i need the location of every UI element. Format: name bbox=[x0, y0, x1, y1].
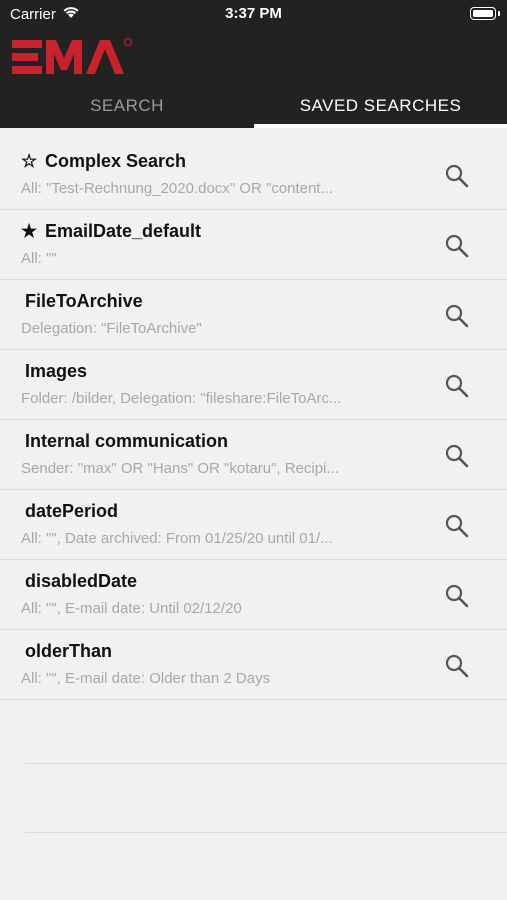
active-tab-indicator bbox=[254, 124, 507, 128]
saved-search-query: All: "", Date archived: From 01/25/20 un… bbox=[21, 530, 333, 547]
empty-row-separator bbox=[25, 832, 507, 833]
search-icon[interactable] bbox=[444, 163, 470, 189]
ema-logo bbox=[12, 36, 134, 83]
battery-icon bbox=[470, 7, 500, 20]
empty-row-separator bbox=[25, 763, 507, 764]
saved-search-query: Delegation: "FileToArchive" bbox=[21, 320, 202, 337]
saved-search-query: All: "", E-mail date: Older than 2 Days bbox=[21, 670, 271, 687]
star-outline-icon[interactable]: ☆ bbox=[21, 151, 41, 172]
saved-search-title: Internal communication bbox=[25, 431, 229, 451]
clock: 3:37 PM bbox=[225, 5, 282, 22]
status-bar: Carrier 3:37 PM bbox=[0, 0, 507, 30]
search-icon[interactable] bbox=[444, 583, 470, 609]
search-icon[interactable] bbox=[444, 233, 470, 259]
saved-search-title: FileToArchive bbox=[25, 291, 143, 311]
app-header: Carrier 3:37 PM SEARCH SAVED SEARCHES bbox=[0, 0, 507, 128]
list-item[interactable]: Internal communication Sender: "max" OR … bbox=[0, 420, 507, 490]
saved-search-title: datePeriod bbox=[25, 501, 119, 521]
list-item[interactable]: Images Folder: /bilder, Delegation: "fil… bbox=[0, 350, 507, 420]
saved-search-list: ☆ Complex Search All: "Test-Rechnung_202… bbox=[0, 140, 507, 700]
list-item[interactable]: FileToArchive Delegation: "FileToArchive… bbox=[0, 280, 507, 350]
saved-search-query: Sender: "max" OR "Hans" OR "kotaru", Rec… bbox=[21, 460, 339, 477]
saved-search-title: Images bbox=[25, 361, 88, 381]
tab-saved-searches[interactable]: SAVED SEARCHES bbox=[254, 96, 507, 124]
saved-search-query: All: "Test-Rechnung_2020.docx" OR "conte… bbox=[21, 180, 333, 197]
list-item[interactable]: datePeriod All: "", Date archived: From … bbox=[0, 490, 507, 560]
list-item[interactable]: disabledDate All: "", E-mail date: Until… bbox=[0, 560, 507, 630]
search-icon[interactable] bbox=[444, 513, 470, 539]
saved-search-title: ★ EmailDate_default bbox=[21, 221, 202, 242]
search-icon[interactable] bbox=[444, 303, 470, 329]
saved-search-title: olderThan bbox=[25, 641, 113, 661]
search-icon[interactable] bbox=[444, 373, 470, 399]
saved-search-title: disabledDate bbox=[25, 571, 138, 591]
tab-search[interactable]: SEARCH bbox=[0, 96, 254, 124]
list-item[interactable]: ☆ Complex Search All: "Test-Rechnung_202… bbox=[0, 140, 507, 210]
saved-search-title: ☆ Complex Search bbox=[21, 151, 187, 172]
list-item[interactable]: olderThan All: "", E-mail date: Older th… bbox=[0, 630, 507, 700]
search-icon[interactable] bbox=[444, 443, 470, 469]
list-item[interactable]: ★ EmailDate_default All: "" bbox=[0, 210, 507, 280]
saved-search-query: Folder: /bilder, Delegation: "fileshare:… bbox=[21, 390, 342, 407]
search-icon[interactable] bbox=[444, 653, 470, 679]
saved-search-query: All: "", E-mail date: Until 02/12/20 bbox=[21, 600, 242, 617]
star-filled-icon[interactable]: ★ bbox=[21, 221, 41, 242]
saved-search-query: All: "" bbox=[21, 250, 57, 267]
